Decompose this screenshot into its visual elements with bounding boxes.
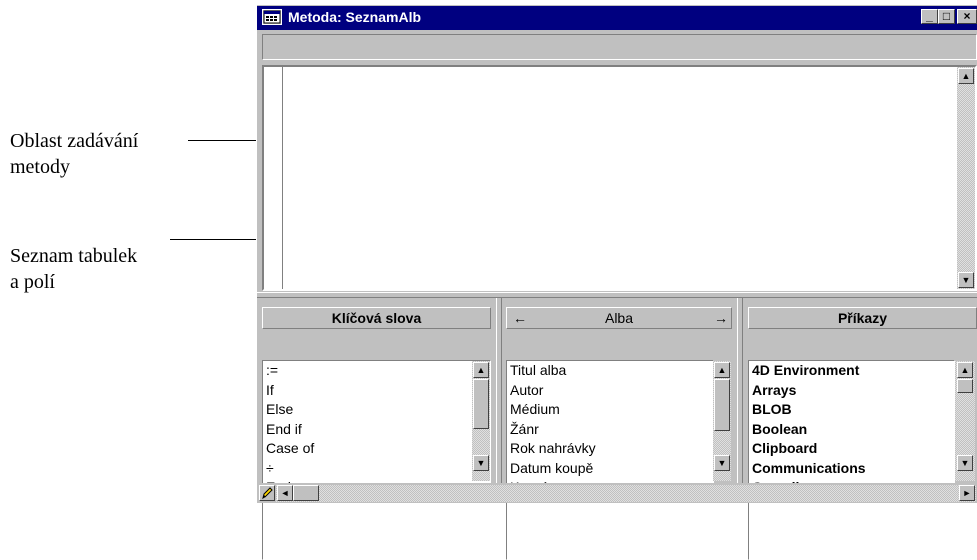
scroll-right-button[interactable]: ► xyxy=(959,485,975,501)
commands-scroll-up-button[interactable]: ▲ xyxy=(957,362,973,378)
list-item[interactable]: Médium xyxy=(507,400,713,420)
list-item[interactable]: ÷ xyxy=(263,459,473,479)
minimize-button[interactable]: _ xyxy=(921,9,938,24)
fields-scroll-down-button[interactable]: ▼ xyxy=(714,455,730,471)
list-item[interactable]: Boolean xyxy=(749,420,954,440)
fields-scroll-thumb[interactable] xyxy=(714,379,730,431)
scroll-down-icon: ▼ xyxy=(960,458,970,468)
next-table-arrow-icon[interactable]: → xyxy=(714,309,728,327)
list-item[interactable]: Rok nahrávky xyxy=(507,439,713,459)
scroll-left-button[interactable]: ◄ xyxy=(277,485,293,501)
edit-mode-button[interactable] xyxy=(259,485,275,501)
scroll-up-icon: ▲ xyxy=(960,365,970,375)
scroll-down-icon: ▼ xyxy=(476,458,486,468)
list-item[interactable]: 4D Environment xyxy=(749,361,954,381)
editor-vertical-scrollbar[interactable] xyxy=(957,67,975,289)
prev-table-arrow-icon[interactable]: ← xyxy=(513,309,527,327)
panel-divider-right[interactable] xyxy=(737,298,743,483)
commands-scroll-down-button[interactable]: ▼ xyxy=(957,455,973,471)
list-item[interactable]: If xyxy=(263,381,473,401)
commands-panel-header[interactable]: Příkazy xyxy=(748,307,977,329)
panel-splitter[interactable] xyxy=(257,292,977,298)
editor-scroll-down-button[interactable]: ▼ xyxy=(958,272,974,288)
list-item[interactable]: Case of xyxy=(263,439,473,459)
list-item[interactable]: Clipboard xyxy=(749,439,954,459)
editor-scroll-up-button[interactable]: ▲ xyxy=(958,68,974,84)
horizontal-scroll-thumb[interactable] xyxy=(293,485,319,501)
keywords-scroll-thumb[interactable] xyxy=(473,379,489,429)
list-item[interactable]: Datum koupě xyxy=(507,459,713,479)
commands-scroll-thumb[interactable] xyxy=(957,379,973,393)
list-item[interactable]: Žánr xyxy=(507,420,713,440)
scroll-right-icon: ► xyxy=(962,488,972,498)
scroll-up-icon: ▲ xyxy=(717,365,727,375)
editor-gutter-line xyxy=(282,67,286,289)
keywords-scroll-down-button[interactable]: ▼ xyxy=(473,455,489,471)
scroll-up-icon: ▲ xyxy=(476,365,486,375)
fields-list[interactable]: Titul alba Autor Médium Žánr Rok nahrávk… xyxy=(506,360,714,560)
list-item[interactable]: Communications xyxy=(749,459,954,479)
window-title: Metoda: SeznamAlb xyxy=(288,9,422,25)
method-toolbar xyxy=(262,34,977,60)
list-item[interactable]: := xyxy=(263,361,473,381)
list-item[interactable]: Titul alba xyxy=(507,361,713,381)
scroll-down-icon: ▼ xyxy=(961,275,971,285)
maximize-button[interactable]: □ xyxy=(938,9,955,24)
keywords-list[interactable]: := If Else End if Case of ÷ End case xyxy=(262,360,473,560)
pencil-icon xyxy=(262,487,273,500)
fields-scroll-up-button[interactable]: ▲ xyxy=(714,362,730,378)
tables-panel-header xyxy=(506,307,732,329)
scroll-up-icon: ▲ xyxy=(961,71,971,81)
scroll-down-icon: ▼ xyxy=(717,458,727,468)
list-item[interactable]: End if xyxy=(263,420,473,440)
method-editor-area[interactable] xyxy=(262,65,977,291)
keywords-scroll-up-button[interactable]: ▲ xyxy=(473,362,489,378)
horizontal-scrollbar[interactable] xyxy=(276,485,976,502)
close-button[interactable]: × xyxy=(957,9,977,24)
keywords-panel-header[interactable]: Klíčová slova xyxy=(262,307,491,329)
list-item[interactable]: BLOB xyxy=(749,400,954,420)
commands-list[interactable]: 4D Environment Arrays BLOB Boolean Clipb… xyxy=(748,360,955,560)
panel-divider-left[interactable] xyxy=(496,298,502,483)
list-item[interactable]: Autor xyxy=(507,381,713,401)
list-item[interactable]: Else xyxy=(263,400,473,420)
method-window-icon xyxy=(262,9,282,25)
list-item[interactable]: Arrays xyxy=(749,381,954,401)
scroll-left-icon: ◄ xyxy=(280,488,290,498)
